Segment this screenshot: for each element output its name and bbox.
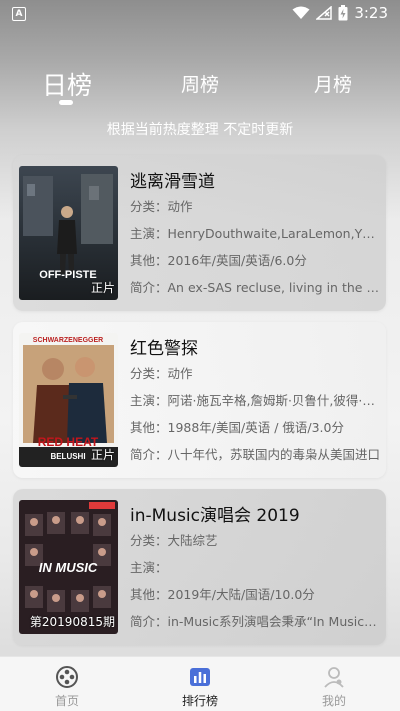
tab-monthly[interactable]: 月榜 xyxy=(314,70,352,97)
bottom-nav: 首页 排行榜 我的 xyxy=(0,656,400,711)
poster-top-text: SCHWARZENEGGER xyxy=(33,337,103,344)
movie-info: 红色警探 分类：动作 主演：阿诺·施瓦辛格,詹姆斯·贝鲁什,彼得·波尔 其他：1… xyxy=(130,334,380,468)
nav-ranking-label: 排行榜 xyxy=(181,694,218,708)
wifi-icon xyxy=(292,6,310,19)
episode-badge: 正片 xyxy=(90,281,115,295)
movie-title: 红色警探 xyxy=(130,339,198,359)
poster-title-text: OFF-PISTE xyxy=(39,269,96,281)
poster-title-text: RED HEAT xyxy=(38,435,99,449)
user-icon xyxy=(324,667,344,688)
nav-profile[interactable]: 我的 xyxy=(304,665,364,709)
tab-active-indicator xyxy=(59,100,73,105)
status-time: 3:23 xyxy=(354,4,388,22)
movie-poster[interactable]: IN MUSIC 第20190815期 xyxy=(19,500,118,634)
movie-other: 其他：1988年/美国/英语 / 俄语/3.0分 xyxy=(130,420,344,435)
battery-charging-icon xyxy=(338,5,348,21)
movie-title: in-Music演唱会 2019 xyxy=(130,506,300,526)
movie-other: 其他：2016年/英国/英语/6.0分 xyxy=(130,253,307,268)
tab-weekly[interactable]: 周榜 xyxy=(181,70,219,97)
movie-title: 逃离滑雪道 xyxy=(130,172,215,192)
movie-poster[interactable]: OFF-PISTE 正片 xyxy=(19,166,118,300)
movie-cast: 主演： xyxy=(130,560,168,575)
movie-intro: 简介：An ex-SAS recluse, living in the moun… xyxy=(130,280,380,295)
status-bar: A 3:23 xyxy=(0,0,400,28)
movie-category: 分类：动作 xyxy=(130,199,193,214)
movie-info: in-Music演唱会 2019 分类：大陆综艺 主演： 其他：2019年/大陆… xyxy=(130,501,380,635)
app-notification-icon: A xyxy=(12,7,26,21)
movie-cast: 主演：阿诺·施瓦辛格,詹姆斯·贝鲁什,彼得·波尔 xyxy=(130,393,380,408)
bar-chart-icon xyxy=(190,668,210,686)
movie-poster[interactable]: SCHWARZENEGGER RED HEAT BELUSHI 正片 xyxy=(19,333,118,467)
poster-title-text: IN MUSIC xyxy=(39,560,98,575)
movie-category: 分类：动作 xyxy=(130,366,193,381)
poster-bottom-text: BELUSHI xyxy=(50,452,85,461)
movie-other: 其他：2019年/大陆/国语/10.0分 xyxy=(130,587,315,602)
episode-badge: 正片 xyxy=(90,448,115,462)
movie-card[interactable]: IN MUSIC 第20190815期 in-Music演唱会 2019 分类：… xyxy=(13,489,386,645)
film-reel-icon xyxy=(56,666,78,688)
nav-home-label: 首页 xyxy=(54,694,79,708)
movie-card[interactable]: SCHWARZENEGGER RED HEAT BELUSHI 正片 红色警探 … xyxy=(13,322,386,478)
status-icons: 3:23 xyxy=(292,4,388,22)
nav-profile-label: 我的 xyxy=(321,694,346,708)
ranking-subtitle: 根据当前热度整理 不定时更新 xyxy=(106,122,294,138)
no-signal-icon xyxy=(316,6,333,20)
tab-daily[interactable]: 日榜 xyxy=(42,66,92,102)
movie-info: 逃离滑雪道 分类：动作 主演：HenryDouthwaite,LaraLemon… xyxy=(130,167,380,301)
movie-cast: 主演：HenryDouthwaite,LaraLemon,Yvonne xyxy=(130,226,380,241)
movie-card[interactable]: OFF-PISTE 正片 逃离滑雪道 分类：动作 主演：HenryDouthwa… xyxy=(13,155,386,311)
movie-intro: 简介：八十年代，苏联国内的毒枭从美国进口 xyxy=(130,447,380,462)
movie-intro: 简介：in-Music系列演唱会秉承“In Music”的理念 xyxy=(130,614,380,629)
movie-category: 分类：大陆综艺 xyxy=(130,533,218,548)
nav-ranking[interactable]: 排行榜 xyxy=(170,665,230,709)
episode-badge: 第20190815期 xyxy=(29,615,115,629)
nav-home[interactable]: 首页 xyxy=(37,665,97,709)
